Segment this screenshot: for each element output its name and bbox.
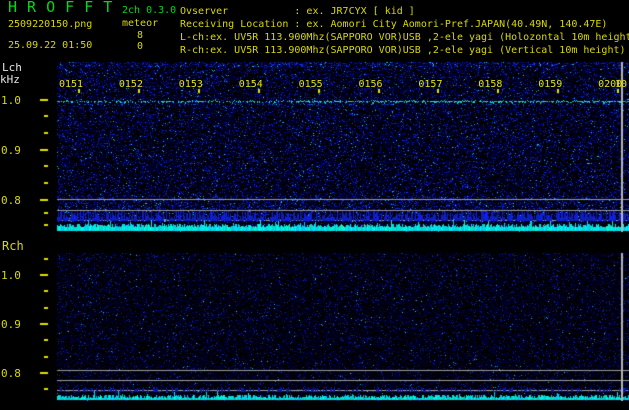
time-label: 0155: [298, 79, 323, 90]
rch-receiver-info: R-ch:ex. UV5R 113.900Mhz(SAPPORO VOR)USB…: [180, 45, 626, 56]
time-label: 0152: [118, 79, 143, 90]
time-label: 0158: [478, 79, 503, 90]
freq-label: 0.9: [1, 318, 21, 331]
rch-panel-label: Rch: [2, 239, 24, 253]
rch-echo-count: 0: [137, 41, 144, 52]
output-filename: 2509220150.png: [8, 19, 93, 30]
lch-receiver-info: L-ch:ex. UV5R 113.900Mhz(SAPPORO VOR)USB…: [180, 32, 629, 43]
lch-echo-count: 8: [137, 30, 144, 41]
spectrogram-canvas: [0, 0, 629, 410]
time-label: 0154: [238, 79, 263, 90]
app-version: 2ch 0.3.0: [122, 5, 177, 16]
time-label: 0157: [418, 79, 443, 90]
freq-label: 1.0: [1, 94, 21, 107]
receiving-location-info: Receiving Location : ex. Aomori City Aom…: [180, 19, 608, 30]
lch-panel-label: Lch: [2, 61, 22, 74]
observer-info: Ovserver : ex. JR7CYX [ kid ]: [180, 6, 415, 17]
time-label: 0151: [59, 79, 84, 90]
time-label-partial: 10: [615, 79, 628, 90]
freq-label: 1.0: [1, 269, 21, 282]
capture-datetime: 25.09.22 01:50: [8, 40, 93, 51]
hrofft-screen: H R O F F T 2ch 0.3.0 2509220150.png met…: [0, 0, 629, 410]
app-title: H R O F F T: [8, 0, 113, 16]
mode-label: meteor: [122, 18, 159, 29]
time-label: 0153: [178, 79, 203, 90]
freq-label: 0.8: [1, 367, 21, 380]
freq-label: 0.9: [1, 144, 21, 157]
time-label: 0159: [538, 79, 563, 90]
freq-label: 0.8: [1, 194, 21, 207]
khz-unit-label: kHz: [0, 73, 20, 86]
time-label: 0156: [358, 79, 383, 90]
